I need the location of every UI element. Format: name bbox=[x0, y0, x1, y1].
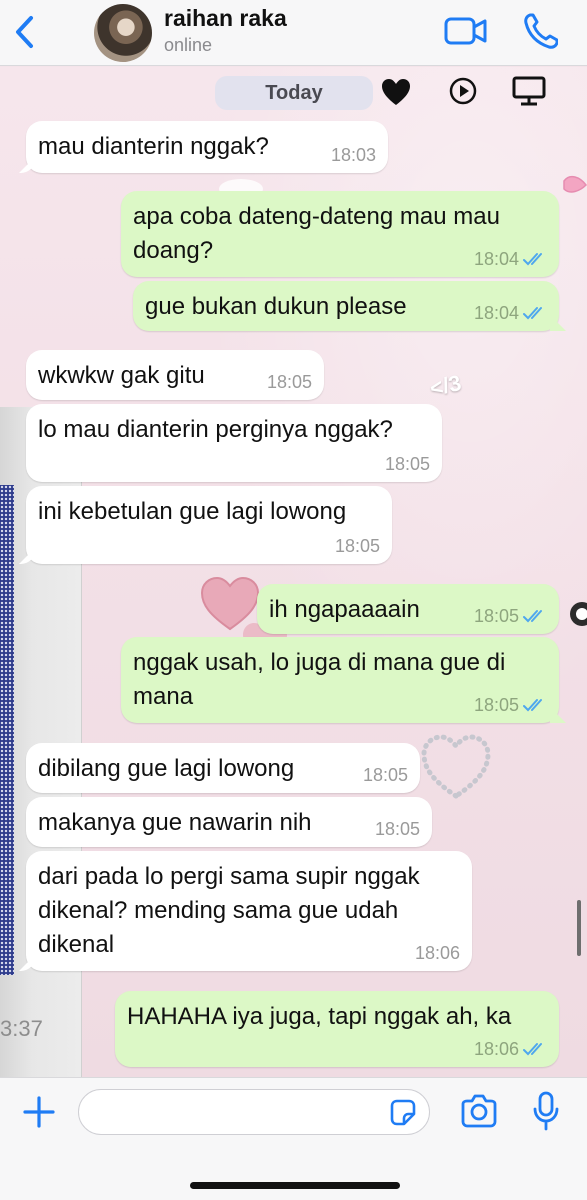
double-check-icon bbox=[523, 699, 542, 712]
message-time: 18:05 bbox=[266, 372, 312, 392]
camera-icon[interactable] bbox=[460, 1093, 498, 1129]
monitor-icon bbox=[512, 75, 546, 107]
message-text: makanya gue nawarin nih bbox=[38, 809, 312, 836]
message-meta: 18:06 bbox=[415, 943, 460, 963]
background-time: 3:37 bbox=[0, 1016, 43, 1041]
message-time: 18:05 bbox=[362, 765, 408, 785]
date-separator: Today bbox=[215, 76, 373, 110]
message-meta: 18:04 bbox=[474, 303, 547, 323]
incoming-message[interactable]: mau dianterin nggak? 18:03 bbox=[26, 121, 388, 173]
double-check-icon bbox=[523, 610, 542, 623]
incoming-message[interactable]: dari pada lo pergi sama supir nggak dike… bbox=[26, 851, 472, 971]
broken-heart-sticker: </3 bbox=[427, 370, 464, 401]
message-text: dibilang gue lagi lowong bbox=[38, 755, 295, 782]
contact-avatar[interactable] bbox=[94, 4, 152, 62]
message-meta: 18:04 bbox=[474, 249, 547, 269]
message-text: ini kebetulan gue lagi lowong bbox=[38, 498, 347, 525]
play-icon bbox=[448, 76, 478, 106]
chat-header: raihan raka online bbox=[0, 0, 587, 66]
message-time: 18:05 bbox=[384, 454, 430, 474]
microphone-icon[interactable] bbox=[532, 1091, 560, 1131]
double-check-icon bbox=[523, 307, 542, 320]
contact-name[interactable]: raihan raka bbox=[164, 5, 287, 32]
message-text: gue bukan dukun please bbox=[145, 293, 407, 320]
message-input[interactable] bbox=[78, 1089, 430, 1135]
bow-sticker bbox=[560, 169, 587, 209]
incoming-message[interactable]: dibilang gue lagi lowong 18:05 bbox=[26, 743, 420, 793]
message-meta: 18:05 bbox=[363, 765, 408, 785]
message-text: mau dianterin nggak? bbox=[38, 133, 269, 160]
sticker-icon[interactable] bbox=[388, 1098, 418, 1128]
message-meta: 18:03 bbox=[331, 145, 376, 165]
message-meta: 18:05 bbox=[385, 454, 430, 474]
message-text: HAHAHA iya juga, tapi nggak ah, ka bbox=[127, 1003, 512, 1030]
message-text: ih ngapaaaain bbox=[269, 596, 420, 623]
pearl-heart-sticker bbox=[418, 732, 494, 802]
outgoing-message[interactable]: gue bukan dukun please 18:04 bbox=[133, 281, 559, 331]
message-time: 18:05 bbox=[374, 819, 420, 839]
message-meta: 18:05 bbox=[335, 536, 380, 556]
message-time: 18:06 bbox=[414, 943, 460, 963]
message-time: 18:05 bbox=[473, 606, 519, 626]
video-call-icon[interactable] bbox=[444, 13, 488, 49]
message-time: 18:04 bbox=[473, 303, 519, 323]
incoming-message[interactable]: ini kebetulan gue lagi lowong 18:05 bbox=[26, 486, 392, 564]
charm-sticker bbox=[562, 589, 587, 639]
incoming-message[interactable]: wkwkw gak gitu 18:05 bbox=[26, 350, 324, 400]
message-meta: 18:05 bbox=[474, 606, 547, 626]
double-check-icon bbox=[523, 1043, 542, 1056]
outgoing-message[interactable]: HAHAHA iya juga, tapi nggak ah, ka 18:06 bbox=[115, 991, 559, 1067]
message-time: 18:06 bbox=[473, 1039, 519, 1059]
message-text: lo mau dianterin perginya nggak? bbox=[38, 416, 393, 443]
message-meta: 18:06 bbox=[474, 1039, 547, 1059]
message-input-bar bbox=[0, 1077, 587, 1200]
double-check-icon bbox=[523, 253, 542, 266]
incoming-message[interactable]: makanya gue nawarin nih 18:05 bbox=[26, 797, 432, 847]
phone-icon[interactable] bbox=[522, 11, 559, 51]
message-text: dari pada lo pergi sama supir nggak dike… bbox=[38, 863, 420, 958]
message-time: 18:05 bbox=[334, 536, 380, 556]
incoming-message[interactable]: lo mau dianterin perginya nggak? 18:05 bbox=[26, 404, 442, 482]
message-text: apa coba dateng-dateng mau mau doang? bbox=[133, 203, 500, 264]
message-text: wkwkw gak gitu bbox=[38, 362, 205, 389]
outgoing-message[interactable]: ih ngapaaaain 18:05 bbox=[257, 584, 559, 634]
outgoing-message[interactable]: apa coba dateng-dateng mau mau doang? 18… bbox=[121, 191, 559, 277]
message-meta: 18:05 bbox=[474, 695, 547, 715]
message-time: 18:03 bbox=[330, 145, 376, 165]
message-time: 18:04 bbox=[473, 249, 519, 269]
heart-icon bbox=[380, 77, 412, 107]
scrollbar[interactable] bbox=[577, 900, 581, 956]
outgoing-message[interactable]: nggak usah, lo juga di mana gue di mana … bbox=[121, 637, 559, 723]
message-time: 18:05 bbox=[473, 695, 519, 715]
home-indicator bbox=[190, 1182, 400, 1189]
plus-icon[interactable] bbox=[22, 1095, 56, 1129]
background-pattern bbox=[0, 485, 14, 975]
contact-status: online bbox=[164, 35, 213, 55]
chat-area[interactable]: 3:37 Today </3 mau dianterin nggak? 18:0… bbox=[0, 67, 587, 1077]
message-meta: 18:05 bbox=[375, 819, 420, 839]
message-text: nggak usah, lo juga di mana gue di mana bbox=[133, 649, 506, 710]
back-chevron-icon[interactable] bbox=[8, 12, 42, 52]
message-meta: 18:05 bbox=[267, 372, 312, 392]
